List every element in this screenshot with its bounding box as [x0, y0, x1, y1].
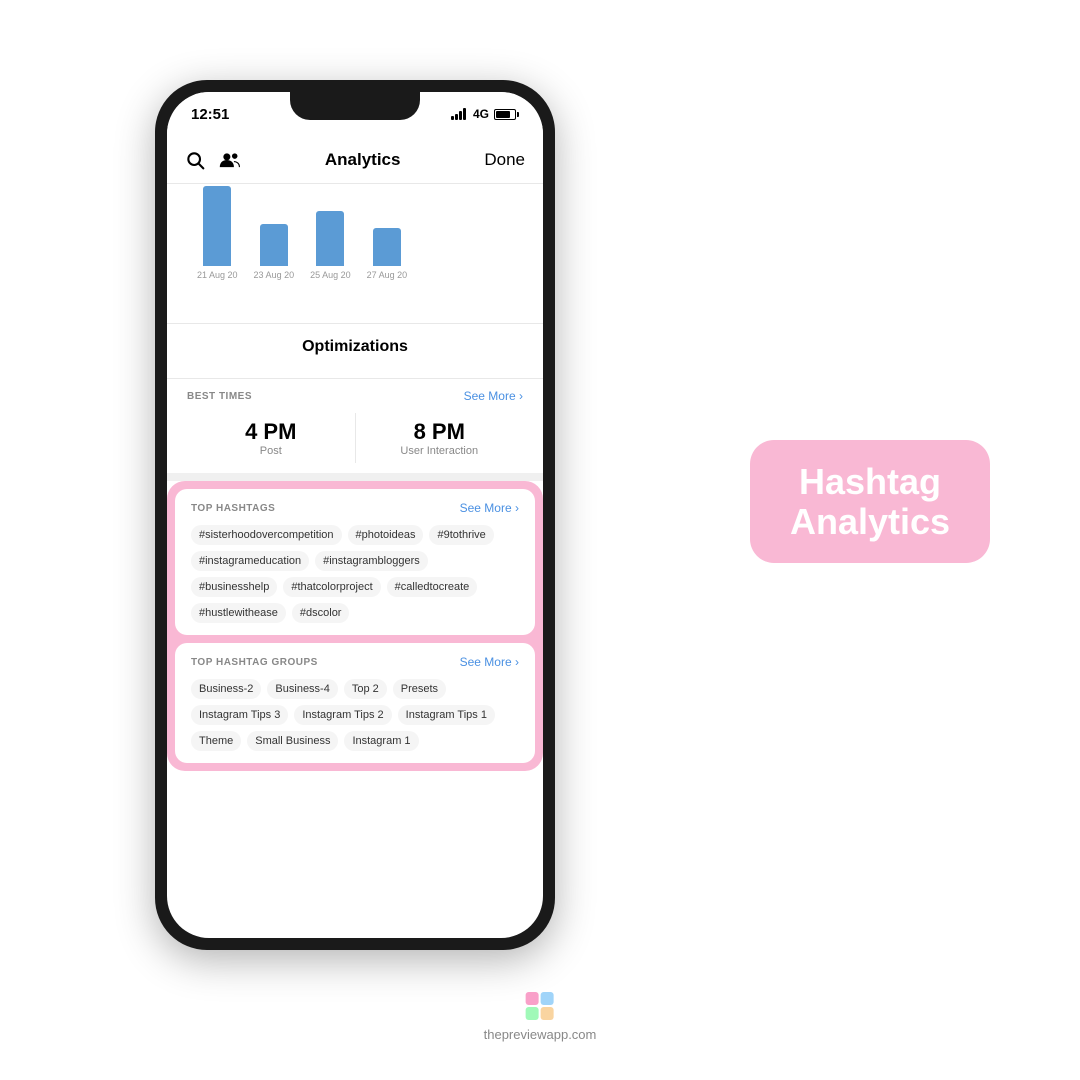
signal-icon	[451, 108, 466, 120]
chart-area: 21 Aug 20 23 Aug 20 25 Aug 20	[167, 184, 543, 324]
post-time-desc: Post	[187, 445, 355, 457]
times-row: 4 PM Post 8 PM User Interaction	[187, 413, 523, 463]
hashtags-grid: #sisterhoodovercompetition #photoideas #…	[191, 525, 519, 623]
group-tag-5: Instagram Tips 3	[191, 705, 288, 725]
hashtag-tag-6: #businesshelp	[191, 577, 277, 597]
interaction-time-desc: User Interaction	[356, 445, 524, 457]
group-tag-1: Business-2	[191, 679, 261, 699]
bar-2	[260, 224, 288, 266]
notch	[290, 92, 420, 120]
best-times-section: BEST TIMES See More › 4 PM Post 8 P	[167, 379, 543, 481]
optimizations-section: Optimizations	[167, 324, 543, 379]
hashtag-tag-5: #instagrambloggers	[315, 551, 428, 571]
top-groups-header: TOP HASHTAG GROUPS See More ›	[191, 655, 519, 669]
nav-left-icons	[185, 150, 241, 170]
phone-frame: 12:51 4G	[155, 80, 555, 950]
status-time: 12:51	[191, 106, 229, 123]
nav-title: Analytics	[325, 150, 401, 170]
hashtag-tag-3: #9tothrive	[429, 525, 493, 545]
hashtag-tag-8: #calledtocreate	[387, 577, 478, 597]
best-times-see-more[interactable]: See More ›	[464, 389, 523, 403]
nav-bar: Analytics Done	[167, 136, 543, 184]
group-tags: Business-2 Business-4 Top 2 Presets Inst…	[191, 679, 519, 751]
hashtags-wrapper: TOP HASHTAGS See More › #sisterhoodoverc…	[167, 481, 543, 771]
hashtag-tag-4: #instagrameducation	[191, 551, 309, 571]
bar-3	[316, 211, 344, 266]
post-time-item: 4 PM Post	[187, 413, 356, 463]
top-groups-see-more-text: See More	[460, 655, 512, 669]
hashtag-tag-2: #photoideas	[348, 525, 424, 545]
interaction-time-value: 8 PM	[356, 419, 524, 445]
group-tag-2: Business-4	[267, 679, 337, 699]
top-hashtags-see-more[interactable]: See More ›	[460, 501, 519, 515]
analytics-badge-line2: Analytics	[790, 501, 950, 542]
top-groups-see-more[interactable]: See More ›	[460, 655, 519, 669]
group-tag-4: Presets	[393, 679, 446, 699]
analytics-badge-text: Hashtag Analytics	[778, 462, 962, 541]
network-label: 4G	[473, 107, 489, 121]
top-groups-label: TOP HASHTAG GROUPS	[191, 657, 318, 668]
chart-group-1: 21 Aug 20	[197, 186, 238, 280]
best-times-header: BEST TIMES See More ›	[187, 389, 523, 403]
nav-done-button[interactable]: Done	[484, 150, 525, 170]
phone-content: 21 Aug 20 23 Aug 20 25 Aug 20	[167, 184, 543, 938]
page-wrapper: 12:51 4G	[0, 0, 1080, 1080]
group-tag-6: Instagram Tips 2	[294, 705, 391, 725]
top-hashtags-see-more-text: See More	[460, 501, 512, 515]
hashtag-tag-7: #thatcolorproject	[283, 577, 380, 597]
hashtag-tag-10: #dscolor	[292, 603, 350, 623]
top-hashtags-header: TOP HASHTAGS See More ›	[191, 501, 519, 515]
search-icon[interactable]	[185, 150, 205, 170]
chart-bars: 21 Aug 20 23 Aug 20 25 Aug 20	[187, 200, 523, 280]
hashtag-tag-9: #hustlewithease	[191, 603, 286, 623]
analytics-badge: Hashtag Analytics	[750, 440, 990, 563]
phone-inner: 12:51 4G	[167, 92, 543, 938]
status-icons: 4G	[451, 107, 519, 121]
chart-group-4: 27 Aug 20	[367, 228, 408, 280]
bar-label-4: 27 Aug 20	[367, 270, 408, 280]
group-tag-10: Instagram 1	[344, 731, 418, 751]
footer-area: thepreviewapp.com	[484, 991, 597, 1042]
interaction-time-item: 8 PM User Interaction	[356, 413, 524, 463]
battery-icon	[494, 109, 519, 120]
bar-label-3: 25 Aug 20	[310, 270, 351, 280]
chart-group-3: 25 Aug 20	[310, 211, 351, 280]
group-tag-8: Theme	[191, 731, 241, 751]
post-time-value: 4 PM	[187, 419, 355, 445]
best-times-label: BEST TIMES	[187, 391, 252, 402]
analytics-badge-line1: Hashtag	[799, 461, 941, 502]
preview-app-logo	[525, 991, 555, 1021]
best-times-see-more-text: See More	[464, 389, 516, 403]
bar-1	[203, 186, 231, 266]
optimizations-title: Optimizations	[187, 338, 523, 356]
chart-group-2: 23 Aug 20	[254, 224, 295, 280]
footer-url: thepreviewapp.com	[484, 1027, 597, 1042]
bar-label-2: 23 Aug 20	[254, 270, 295, 280]
hashtag-tag-1: #sisterhoodovercompetition	[191, 525, 342, 545]
phone-scroll[interactable]: 21 Aug 20 23 Aug 20 25 Aug 20	[167, 184, 543, 938]
top-hashtags-section: TOP HASHTAGS See More › #sisterhoodoverc…	[175, 489, 535, 635]
top-hashtag-groups-section: TOP HASHTAG GROUPS See More › Business-2…	[175, 643, 535, 763]
status-bar: 12:51 4G	[167, 92, 543, 136]
bar-4	[373, 228, 401, 266]
people-icon[interactable]	[219, 150, 241, 170]
top-hashtags-label: TOP HASHTAGS	[191, 503, 275, 514]
group-tag-7: Instagram Tips 1	[398, 705, 495, 725]
group-tag-9: Small Business	[247, 731, 338, 751]
group-tag-3: Top 2	[344, 679, 387, 699]
bar-label-1: 21 Aug 20	[197, 270, 238, 280]
